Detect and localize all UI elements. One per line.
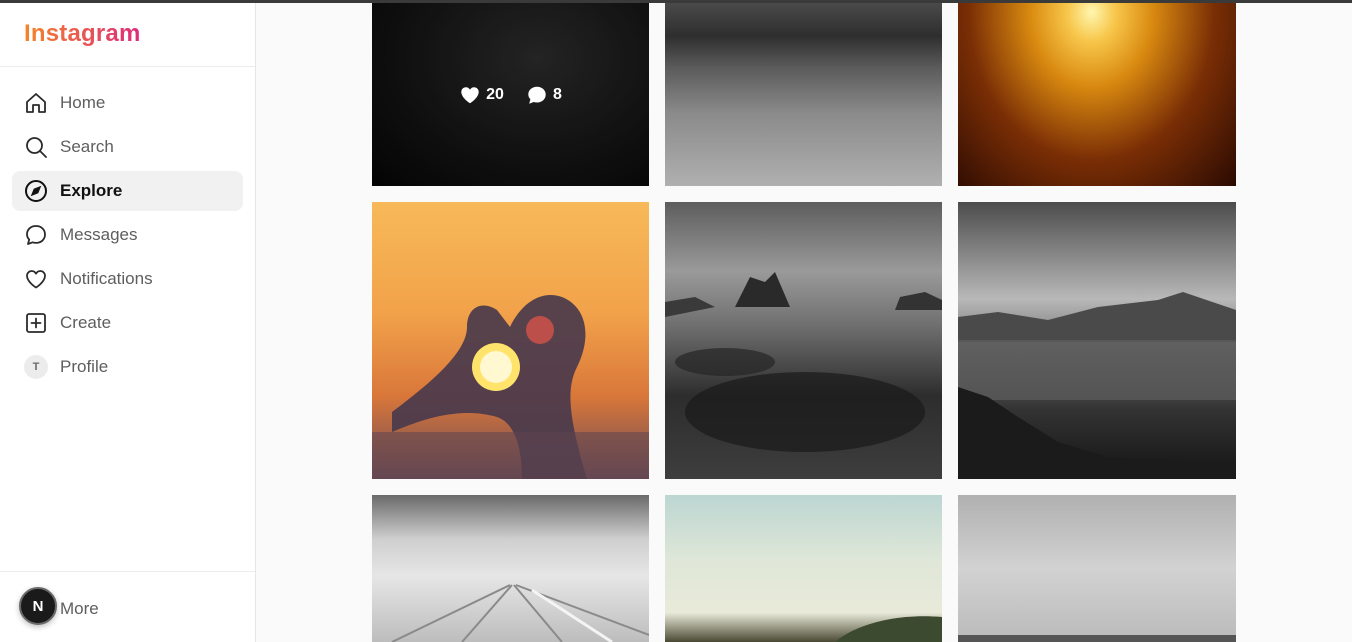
post-tile-heart-hands-sunset[interactable] [372, 202, 649, 479]
post-tile-golden-street[interactable] [958, 3, 1236, 186]
comment-filled-icon [528, 86, 546, 104]
post-tile-dark-grass[interactable]: 20 8 [372, 3, 649, 186]
nav-item-messages[interactable]: Messages [12, 215, 243, 255]
likes-stat: 20 [459, 84, 504, 106]
mountain-silhouette [958, 292, 1236, 479]
post-tile-pier-clouds[interactable] [372, 495, 649, 642]
avatar-letter: T [24, 355, 48, 379]
nav-item-explore[interactable]: Explore [12, 171, 243, 211]
window-top-bar [0, 0, 1352, 3]
heart-filled-icon [461, 86, 479, 103]
post-tile-grey-horizon[interactable] [958, 495, 1236, 642]
post-tile-green-hill-sky[interactable] [665, 495, 942, 642]
nav-item-search[interactable]: Search [12, 127, 243, 167]
nav-item-label: Notifications [60, 269, 153, 288]
nav-item-label: Create [60, 313, 112, 332]
compass-icon [24, 179, 48, 203]
heart-icon [24, 267, 48, 291]
comments-stat: 8 [526, 84, 562, 106]
divider [0, 571, 255, 572]
divider [0, 66, 255, 67]
message-bubble-icon [24, 223, 48, 247]
floating-n-badge[interactable]: N [19, 587, 57, 625]
nav-item-home[interactable]: Home [12, 83, 243, 123]
comments-count: 8 [552, 85, 562, 103]
nav-item-label: Home [60, 93, 106, 112]
hill-silhouette [835, 616, 942, 642]
post-tile-water-reflection[interactable] [665, 3, 942, 186]
nav-item-notifications[interactable]: Notifications [12, 259, 243, 299]
nav-item-label: Search [60, 137, 114, 156]
more-button[interactable]: More [60, 599, 99, 619]
nav-item-profile[interactable]: T Profile [12, 347, 243, 387]
nav-item-label: Profile [60, 357, 109, 376]
nav-item-create[interactable]: Create [12, 303, 243, 343]
home-icon [24, 91, 48, 115]
pier-lines [391, 584, 649, 642]
nav-item-label: Messages [60, 225, 138, 244]
post-hover-overlay: 20 8 [372, 3, 649, 186]
profile-avatar: T [24, 355, 48, 379]
nav-menu: Home Search Explore Messages Notificatio… [12, 83, 243, 391]
rocks-silhouette [665, 272, 942, 452]
post-tile-lake-mountains[interactable] [958, 202, 1236, 479]
post-tile-rocky-shore[interactable] [665, 202, 942, 479]
horizon-line [958, 635, 1236, 642]
instagram-logo[interactable]: Instagram [24, 20, 141, 48]
sidebar: Instagram Home Search Explore Messages N… [0, 3, 256, 642]
plus-square-icon [24, 311, 48, 335]
nav-item-label: Explore [60, 181, 123, 200]
likes-count: 20 [486, 85, 504, 103]
search-icon [24, 135, 48, 159]
heart-hands-silhouette [372, 295, 649, 479]
